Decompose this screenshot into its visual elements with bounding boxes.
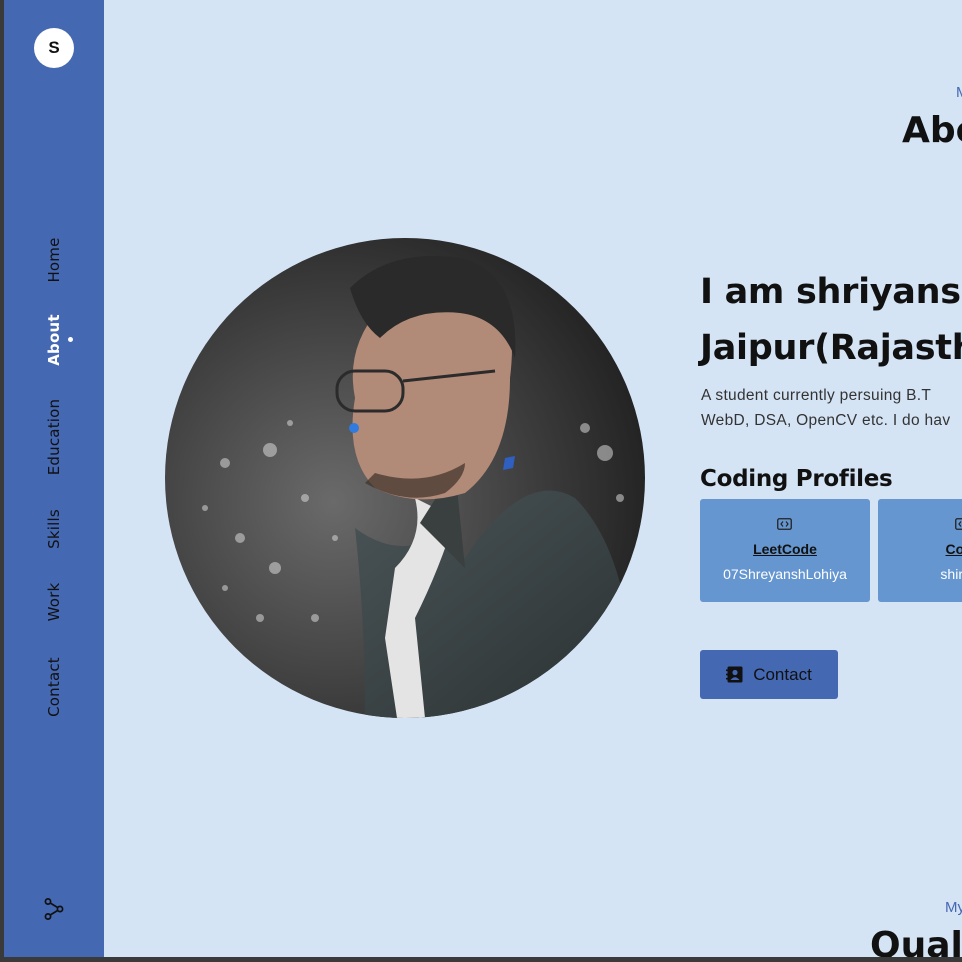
sidebar: S Home About Education Skills Work Conta…	[4, 0, 104, 957]
contact-button[interactable]: Contact	[700, 650, 838, 699]
profile-name-link[interactable]: LeetCode	[700, 541, 870, 557]
active-indicator-dot	[68, 337, 73, 342]
about-description: A student currently persuing B.T WebD, D…	[701, 383, 950, 433]
description-line-2: WebD, DSA, OpenCV etc. I do hav	[701, 412, 951, 429]
profile-card-leetcode[interactable]: LeetCode 07ShreyanshLohiya	[700, 499, 870, 602]
about-subtitle: M	[956, 84, 962, 101]
nav-work[interactable]: Work	[45, 583, 63, 622]
profile-username: shiryan	[940, 566, 962, 582]
contact-book-icon	[726, 666, 743, 683]
nav-about[interactable]: About	[45, 314, 63, 366]
page: S Home About Education Skills Work Conta…	[4, 0, 962, 957]
nav-home[interactable]: Home	[45, 237, 63, 282]
profile-photo	[165, 238, 645, 718]
nav-education[interactable]: Education	[45, 399, 63, 475]
nav-contact[interactable]: Contact	[45, 657, 63, 717]
logo[interactable]: S	[34, 28, 74, 68]
profile-card-code[interactable]: Code shiryan	[878, 499, 962, 602]
code-icon	[777, 518, 792, 530]
contact-button-label: Contact	[753, 664, 812, 684]
qualification-subtitle: My	[945, 899, 962, 916]
profile-name-link[interactable]: Code	[878, 541, 962, 557]
intro-line-1: I am shriyansh	[700, 272, 962, 312]
coding-profiles-heading: Coding Profiles	[700, 466, 893, 492]
nav-skills[interactable]: Skills	[45, 509, 63, 549]
code-icon	[955, 518, 962, 530]
intro-heading: I am shriyansh Jaipur(Rajasth	[700, 264, 962, 376]
profile-username: 07ShreyanshLohiya	[723, 566, 847, 582]
share-icon[interactable]	[44, 898, 64, 920]
intro-line-2: Jaipur(Rajasth	[700, 328, 962, 368]
about-title: Abo	[902, 110, 962, 151]
description-line-1: A student currently persuing B.T	[701, 387, 932, 404]
qualification-title: Quali	[870, 925, 962, 957]
